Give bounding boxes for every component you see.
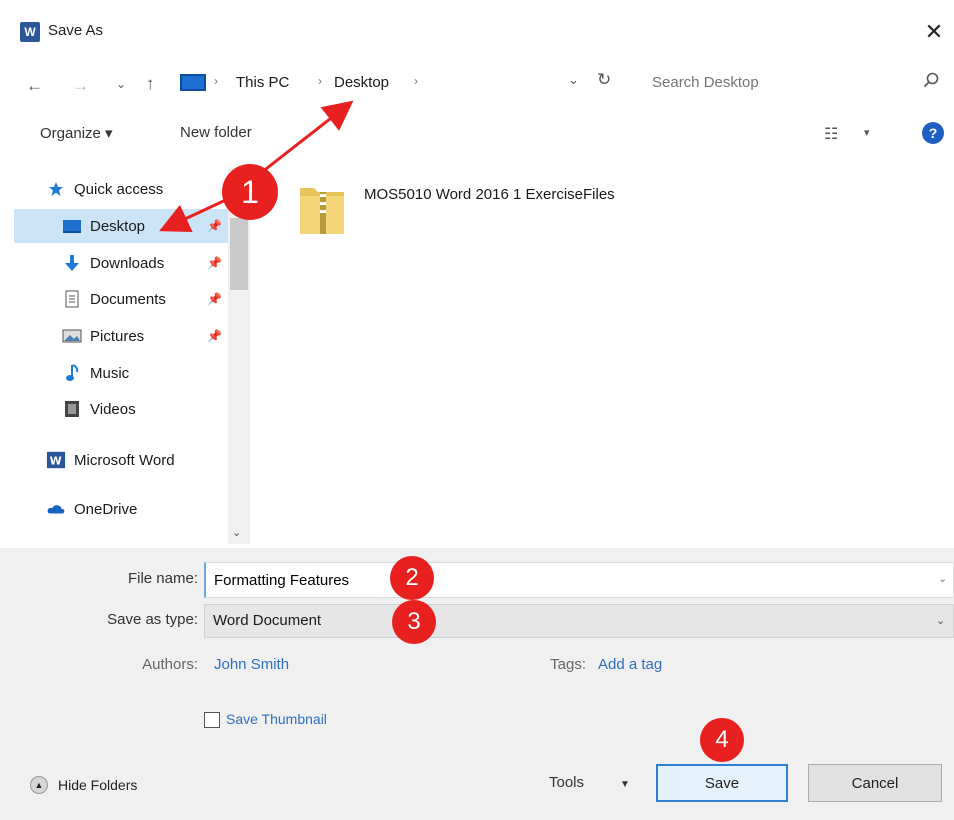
add-tag-link[interactable]: Add a tag xyxy=(598,656,662,673)
sidebar-item-onedrive[interactable]: OneDrive xyxy=(46,492,228,526)
sidebar-item-label: Documents xyxy=(90,290,166,308)
recent-locations-button[interactable]: ⌄ xyxy=(116,70,126,98)
chevron-down-icon: ⌄ xyxy=(116,77,127,91)
organize-menu[interactable]: Organize ▾ xyxy=(40,124,113,142)
view-chevron-icon[interactable]: ▾ xyxy=(864,126,870,139)
sidebar-item-label: Music xyxy=(90,364,130,382)
sidebar-item-label: Pictures xyxy=(90,327,145,345)
authors-value[interactable]: John Smith xyxy=(214,656,289,673)
pin-icon: 📌 xyxy=(207,329,222,343)
chevron-up-icon: ▲ xyxy=(30,776,48,794)
search-input[interactable] xyxy=(650,69,900,95)
pin-icon: 📌 xyxy=(207,292,222,306)
sidebar-item-videos[interactable]: Videos xyxy=(62,392,228,426)
up-arrow-icon: ↑ xyxy=(146,74,155,93)
breadcrumb-this-pc[interactable]: This PC xyxy=(236,74,289,91)
sidebar-item-label: OneDrive xyxy=(74,500,138,518)
chevron-down-icon[interactable]: ⌄ xyxy=(936,614,945,627)
up-button[interactable]: ↑ xyxy=(146,70,155,98)
back-button[interactable]: ← xyxy=(26,72,43,100)
sidebar-item-downloads[interactable]: Downloads 📌 xyxy=(62,246,228,280)
hide-folders-button[interactable]: ▲ Hide Folders xyxy=(30,776,137,794)
star-icon xyxy=(46,180,66,198)
save-button[interactable]: Save xyxy=(656,764,788,802)
this-pc-icon xyxy=(180,74,206,91)
refresh-icon[interactable]: ↻ xyxy=(597,70,611,90)
authors-label: Authors: xyxy=(142,656,198,673)
zip-folder-icon xyxy=(300,188,344,234)
file-list-item[interactable]: MOS5010 Word 2016 1 ExerciseFiles xyxy=(290,170,670,250)
window-title: Save As xyxy=(48,22,104,39)
save-as-type-select[interactable]: Word Document xyxy=(204,604,954,638)
annotation-badge-1: 1 xyxy=(222,164,278,220)
file-name-label: MOS5010 Word 2016 1 ExerciseFiles xyxy=(364,186,615,203)
sidebar-item-microsoft-word[interactable]: W Microsoft Word xyxy=(46,443,228,477)
annotation-badge-3: 3 xyxy=(392,600,436,644)
scrollbar-thumb[interactable] xyxy=(230,218,248,290)
download-icon xyxy=(62,254,82,272)
sidebar-item-label: Microsoft Word xyxy=(74,451,175,469)
chevron-down-icon[interactable]: ⌄ xyxy=(938,572,947,585)
sidebar-item-desktop[interactable]: Desktop 📌 xyxy=(14,209,228,243)
word-app-icon: W xyxy=(20,22,40,42)
search-icon xyxy=(923,72,939,88)
sidebar-item-music[interactable]: Music xyxy=(62,356,228,390)
close-button[interactable]: ✕ xyxy=(914,14,954,50)
sidebar-item-label: Videos xyxy=(90,400,136,418)
scroll-down-icon[interactable]: ⌄ xyxy=(232,526,241,539)
sidebar-item-label: Downloads xyxy=(90,254,165,272)
help-icon[interactable]: ? xyxy=(922,122,944,144)
sidebar-item-label: Quick access xyxy=(74,180,164,198)
save-as-type-value: Word Document xyxy=(213,612,322,629)
view-options-icon[interactable]: ☷ xyxy=(824,124,838,144)
sidebar-item-quick-access[interactable]: Quick access xyxy=(46,172,226,206)
hide-folders-label: Hide Folders xyxy=(58,777,138,793)
address-history-chevron[interactable]: ⌄ xyxy=(568,72,579,88)
sidebar-item-label: Desktop xyxy=(90,217,146,235)
forward-arrow-icon: → xyxy=(72,76,89,95)
onedrive-cloud-icon xyxy=(46,500,66,518)
videos-icon xyxy=(62,400,82,418)
annotation-badge-4: 4 xyxy=(700,718,744,762)
word-icon: W xyxy=(46,451,66,469)
desktop-icon xyxy=(62,217,82,235)
tools-menu[interactable]: Tools xyxy=(549,774,584,791)
forward-button[interactable]: → xyxy=(72,72,89,100)
breadcrumb-separator: › xyxy=(214,74,218,88)
annotation-badge-2: 2 xyxy=(390,556,434,600)
breadcrumb-separator: › xyxy=(318,74,322,88)
save-thumbnail-checkbox[interactable] xyxy=(204,712,220,728)
svg-text:W: W xyxy=(50,455,62,468)
breadcrumb-separator: › xyxy=(414,74,418,88)
tags-label: Tags: xyxy=(550,656,586,673)
title-bar xyxy=(0,0,954,62)
command-bar xyxy=(0,112,954,156)
breadcrumb-desktop[interactable]: Desktop xyxy=(334,74,389,91)
search-box[interactable] xyxy=(640,64,950,100)
tools-chevron-icon[interactable]: ▼ xyxy=(620,779,630,790)
save-thumbnail-label[interactable]: Save Thumbnail xyxy=(226,711,327,727)
cancel-button[interactable]: Cancel xyxy=(808,764,942,802)
back-arrow-icon: ← xyxy=(26,76,43,95)
music-icon xyxy=(62,364,82,382)
file-name-input[interactable] xyxy=(204,562,954,598)
sidebar-item-documents[interactable]: Documents 📌 xyxy=(62,282,228,316)
new-folder-button[interactable]: New folder xyxy=(180,124,252,141)
pictures-icon xyxy=(62,327,82,345)
file-name-label: File name: xyxy=(127,570,198,587)
save-as-type-label: Save as type: xyxy=(107,611,198,628)
close-icon: ✕ xyxy=(924,19,944,44)
documents-icon xyxy=(62,290,82,308)
pin-icon: 📌 xyxy=(207,256,222,270)
sidebar-item-pictures[interactable]: Pictures 📌 xyxy=(62,319,228,353)
pin-icon: 📌 xyxy=(207,219,222,233)
